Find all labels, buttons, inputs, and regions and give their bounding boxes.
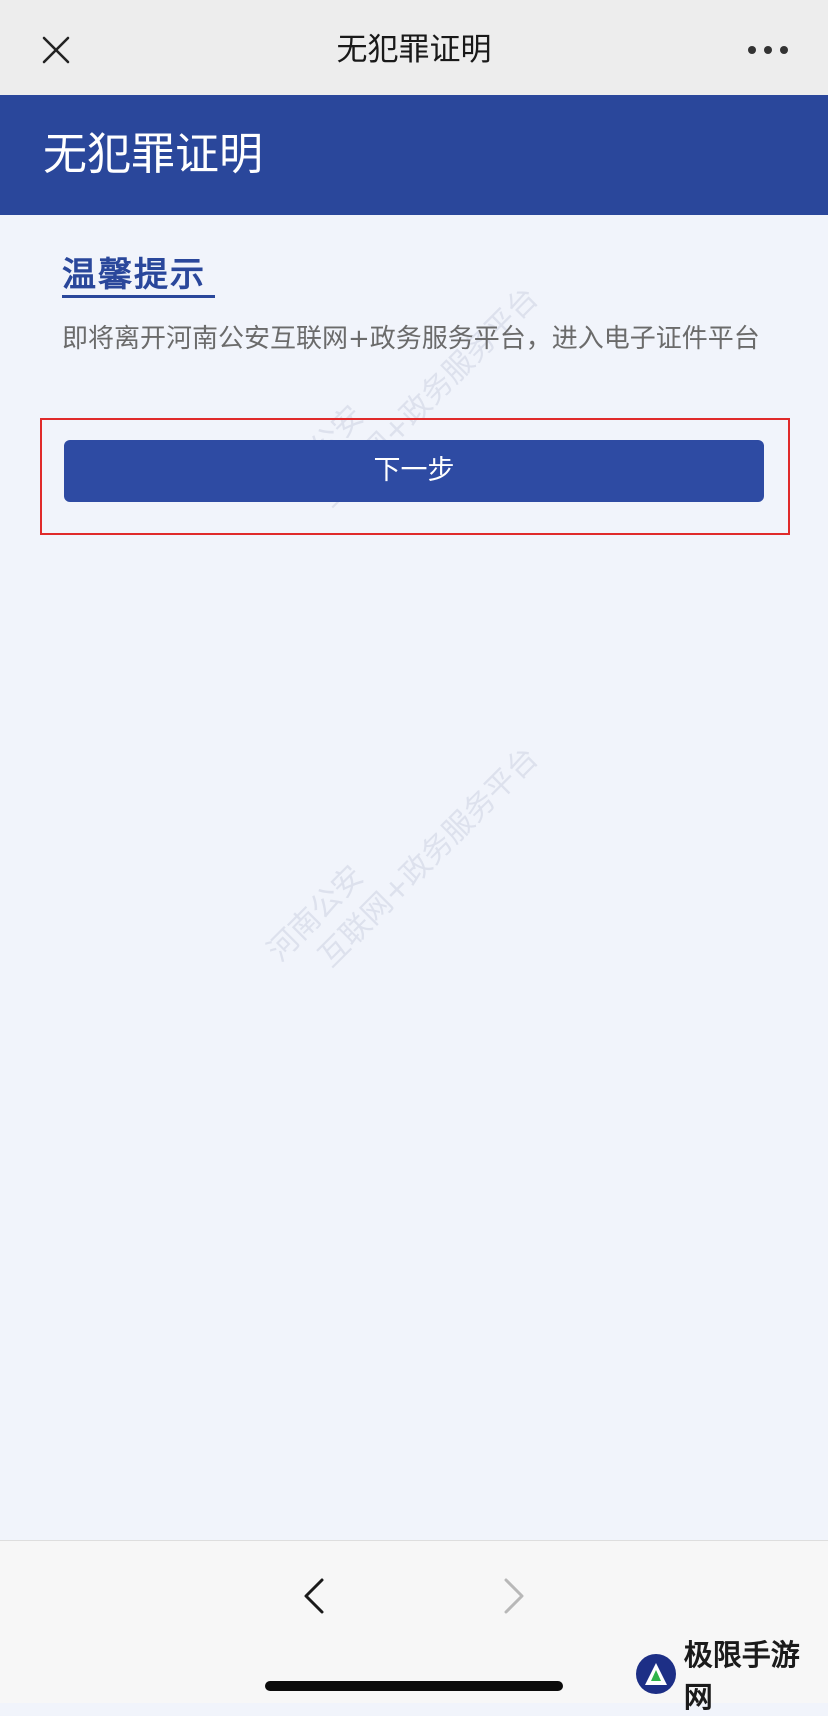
tip-message: 即将离开河南公安互联网+政务服务平台，进入电子证件平台 [62,324,760,354]
chevron-left-icon [304,1578,324,1614]
top-navigation-bar: 无犯罪证明 [0,0,828,95]
chevron-right-icon [504,1578,524,1614]
next-step-button[interactable]: 下一步 [64,440,764,502]
forward-button[interactable] [492,1571,536,1621]
bottom-navigation-bar: 极限手游网 [0,1540,828,1714]
brand-text: 极限手游网 [683,1638,800,1714]
home-indicator[interactable] [265,1681,563,1691]
page-header: 无犯罪证明 [0,95,828,215]
watermark: 河南公安 互联网+政务服务平台 [261,740,546,975]
site-watermark-logo: 极限手游网 [636,1638,828,1714]
main-content: 河南公安 互联网+政务服务平台 河南公安 互联网+政务服务平台 温馨提示 即将离… [0,215,828,1540]
page-title: 无犯罪证明 [43,129,263,180]
more-button[interactable] [738,28,798,72]
tip-title-underline [62,295,215,298]
back-button[interactable] [292,1571,336,1621]
more-icon [744,46,792,54]
tip-title: 温馨提示 [62,255,206,295]
window-title: 无犯罪证明 [336,32,492,68]
brand-logo-icon [636,1654,676,1694]
